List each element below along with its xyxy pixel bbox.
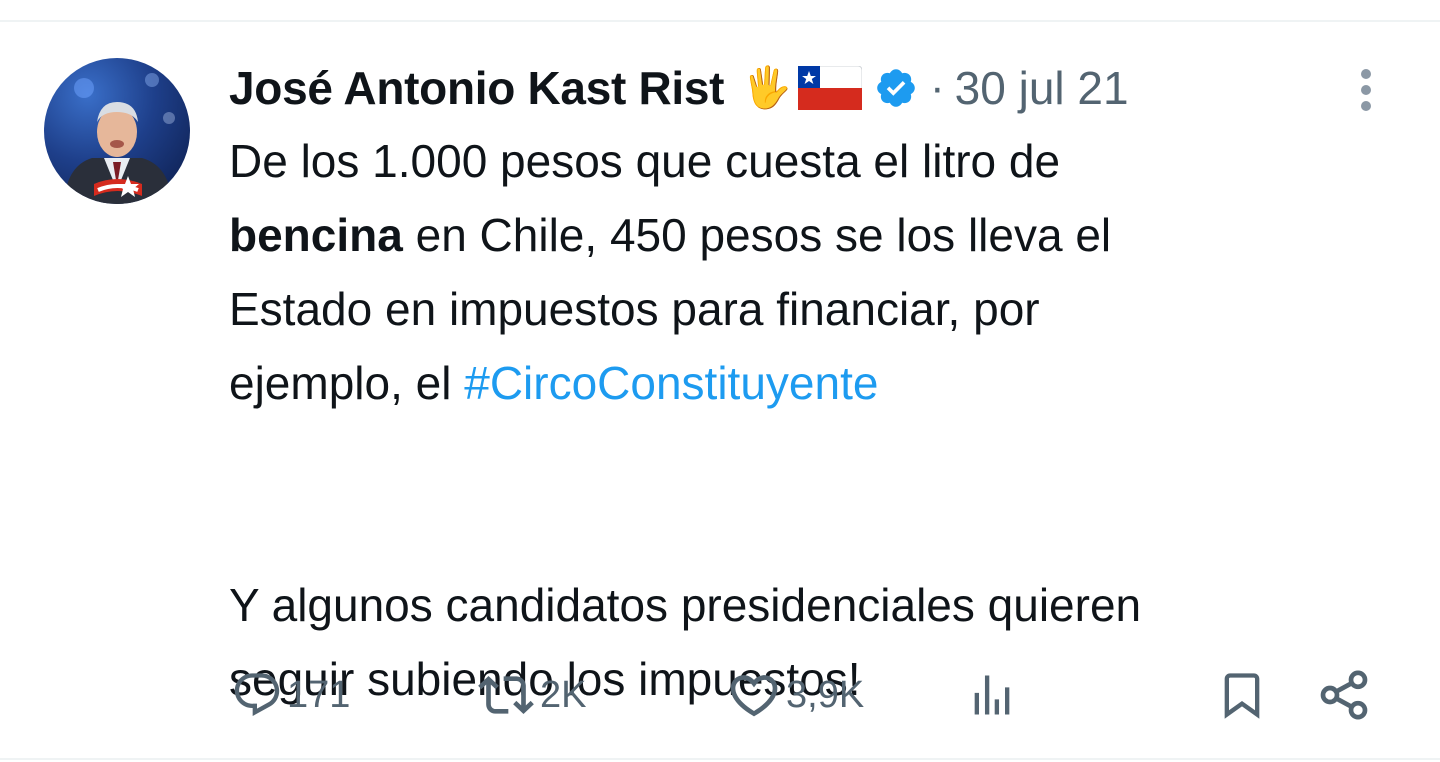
avatar-photo [64,73,175,204]
retweet-icon [478,676,534,714]
hashtag-link[interactable]: #CircoConstituyente [464,357,878,409]
tweet-text: De los 1.000 pesos que cuesta el litro d… [229,124,1369,716]
tweet-text-part1: De los 1.000 pesos que cuesta el litro d… [229,135,1061,187]
verified-badge-icon [874,66,918,110]
tweet-date[interactable]: 30 jul 21 [955,61,1129,115]
action-bar: 171 2K 3,9K [0,664,1440,726]
views-button[interactable] [966,664,1018,726]
divider-bottom [0,758,1440,760]
retweet-button[interactable]: 2K [476,664,586,726]
divider-top [0,20,1440,22]
views-chart-icon [974,675,1010,715]
like-count: 3,9K [786,673,865,716]
like-button[interactable]: 3,9K [726,664,864,726]
reply-count: 171 [287,673,351,716]
raised-hand-emoji: 🖐 [742,66,793,110]
avatar[interactable] [44,58,190,204]
separator-dot: · [930,63,945,112]
share-icon [1320,670,1368,720]
tweet-card: José Antonio Kast Rist 🖐 · 30 jul 21 De … [0,0,1440,762]
tweet-header: José Antonio Kast Rist 🖐 · 30 jul 21 [229,60,1129,116]
more-options-icon[interactable] [1352,66,1380,114]
bookmark-icon [1224,673,1260,719]
author-name[interactable]: José Antonio Kast Rist [229,61,725,115]
chile-flag-icon [797,65,863,111]
bookmark-button[interactable] [1216,664,1268,726]
share-button[interactable] [1316,664,1372,726]
reply-icon [234,673,280,717]
retweet-count: 2K [540,673,587,716]
reply-button[interactable]: 171 [231,664,350,726]
tweet-text-bold: bencina [229,209,403,261]
heart-icon [730,675,778,717]
